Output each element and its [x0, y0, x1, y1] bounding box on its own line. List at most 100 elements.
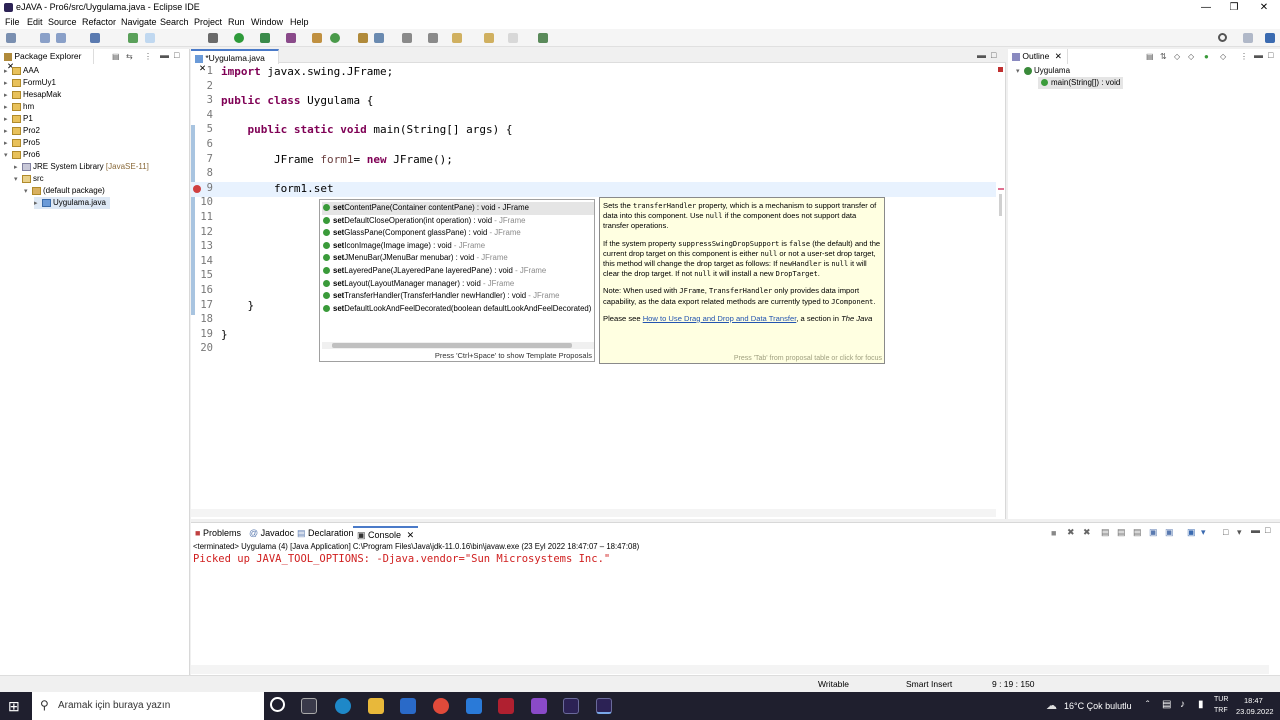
- pin-console-icon[interactable]: ▣: [1149, 527, 1158, 538]
- pin-editor-icon[interactable]: [538, 33, 548, 43]
- error-ruler-mark[interactable]: [998, 188, 1004, 190]
- menu-source[interactable]: Source: [48, 17, 77, 27]
- perspective-icon[interactable]: [1243, 33, 1253, 43]
- chrome-icon[interactable]: [433, 698, 449, 714]
- recorder-icon[interactable]: [498, 698, 514, 714]
- battery-icon[interactable]: ▮: [1198, 699, 1204, 710]
- proposal-item[interactable]: setContentPane(Container contentPane) : …: [322, 202, 594, 215]
- run-icon[interactable]: [234, 33, 244, 43]
- proposal-item[interactable]: setLayout(LayoutManager manager) : void …: [322, 278, 594, 291]
- tree-item-pro5[interactable]: ▸ Pro5: [4, 137, 40, 149]
- back-icon[interactable]: [484, 33, 494, 43]
- task-view-icon[interactable]: [301, 698, 317, 714]
- minimize-view-icon[interactable]: ▬: [977, 50, 986, 60]
- debug-icon[interactable]: [208, 33, 218, 43]
- tab-console[interactable]: ▣ Console ✕: [353, 526, 419, 543]
- maximize-button[interactable]: ❐: [1220, 0, 1248, 15]
- collapse-all-icon[interactable]: ▤: [1146, 52, 1154, 61]
- chevron-down-icon[interactable]: ▾: [24, 186, 32, 198]
- new-icon[interactable]: [6, 33, 16, 43]
- proposal-item[interactable]: setDefaultCloseOperation(int operation) …: [322, 215, 594, 228]
- tree-item-src[interactable]: ▾ src: [14, 173, 44, 185]
- collapse-all-icon[interactable]: ▤: [112, 52, 120, 61]
- menu-project[interactable]: Project: [194, 17, 222, 27]
- clock-time[interactable]: 18:47: [1244, 696, 1263, 705]
- coverage-icon[interactable]: [260, 33, 270, 43]
- chevron-down-icon[interactable]: ▾: [14, 174, 22, 186]
- external-tools-icon[interactable]: [286, 33, 296, 43]
- minimize-view-icon[interactable]: ▬: [160, 50, 169, 60]
- view-menu-icon[interactable]: ⋮: [1240, 52, 1248, 61]
- taskbar-search-box[interactable]: ⚲ Aramak için buraya yazın: [32, 692, 264, 720]
- eclipse-active-taskbar-icon[interactable]: [596, 698, 612, 714]
- proposal-item[interactable]: setJMenuBar(JMenuBar menubar) : void - J…: [322, 252, 594, 265]
- tab-outline[interactable]: Outline ✕: [1008, 49, 1068, 64]
- mark-occurrences-icon[interactable]: [145, 33, 155, 43]
- prev-annotation-icon[interactable]: [428, 33, 438, 43]
- scrollbar-thumb[interactable]: [332, 343, 572, 348]
- remove-all-icon[interactable]: ✖: [1083, 527, 1091, 538]
- sort-icon[interactable]: ⇅: [1160, 52, 1167, 61]
- scroll-lock-icon[interactable]: ▤: [1117, 527, 1126, 538]
- maximize-view-icon[interactable]: □: [991, 50, 996, 60]
- tab-package-explorer[interactable]: Package Explorer ✕: [0, 49, 94, 71]
- tab-declaration[interactable]: ▤ Declaration: [297, 528, 354, 539]
- tree-item-hm[interactable]: ▸ hm: [4, 101, 34, 113]
- minimize-view-icon[interactable]: ▬: [1254, 50, 1263, 60]
- new-java-project-icon[interactable]: [312, 33, 322, 43]
- open-type-icon[interactable]: [358, 33, 368, 43]
- tab-javadoc[interactable]: @ Javadoc: [249, 528, 294, 538]
- chevron-down-icon[interactable]: ▾: [1201, 527, 1206, 538]
- store-icon[interactable]: [400, 698, 416, 714]
- save-icon[interactable]: [40, 33, 50, 43]
- vertical-scrollbar[interactable]: [999, 194, 1002, 216]
- close-icon[interactable]: ✕: [1055, 51, 1062, 61]
- visual-studio-icon[interactable]: [531, 698, 547, 714]
- forward-icon[interactable]: [508, 33, 518, 43]
- new-console-icon[interactable]: □: [1223, 527, 1228, 537]
- tray-chevron-icon[interactable]: ˆ: [1146, 700, 1149, 711]
- tree-item-jre[interactable]: ▸ JRE System Library [JavaSE-11]: [14, 161, 149, 173]
- java-perspective-icon[interactable]: [1265, 33, 1275, 43]
- input-language[interactable]: TUR: [1214, 696, 1228, 703]
- maximize-view-icon[interactable]: □: [1268, 50, 1273, 60]
- network-icon[interactable]: ▤: [1162, 699, 1171, 710]
- weather-text[interactable]: 16°C Çok bulutlu: [1064, 701, 1132, 711]
- javadoc-hover[interactable]: Sets the transferHandler property, which…: [599, 197, 885, 364]
- cortana-icon[interactable]: [270, 697, 285, 712]
- clear-console-icon[interactable]: ▤: [1101, 527, 1110, 538]
- menu-run[interactable]: Run: [228, 17, 245, 27]
- chevron-down-icon[interactable]: ▾: [1237, 527, 1242, 538]
- tab-problems[interactable]: ■ Problems: [195, 528, 241, 538]
- save-all-icon[interactable]: [56, 33, 66, 43]
- close-icon[interactable]: ✕: [407, 530, 415, 540]
- menu-navigate[interactable]: Navigate: [121, 17, 157, 27]
- horizontal-scrollbar[interactable]: [191, 509, 996, 517]
- open-console-icon[interactable]: ▣: [1187, 527, 1196, 538]
- proposal-item[interactable]: setGlassPane(Component glassPane) : void…: [322, 227, 594, 240]
- keyboard-layout[interactable]: TRF: [1214, 707, 1228, 714]
- maximize-view-icon[interactable]: □: [1265, 525, 1270, 535]
- chevron-down-icon[interactable]: ▾: [1016, 66, 1024, 78]
- proposal-item[interactable]: setLayeredPane(JLayeredPane layeredPane)…: [322, 265, 594, 278]
- outline-item-class[interactable]: ▾ Uygulama: [1016, 65, 1070, 77]
- clock-date[interactable]: 23.09.2022: [1236, 707, 1274, 716]
- eclipse-taskbar-icon[interactable]: [563, 698, 579, 714]
- tree-item-pro2[interactable]: ▸ Pro2: [4, 125, 40, 137]
- tree-item-hesapmak[interactable]: ▸ HesapMak: [4, 89, 61, 101]
- file-explorer-icon[interactable]: [368, 698, 384, 714]
- remove-launch-icon[interactable]: ✖: [1067, 527, 1075, 538]
- tree-item-uygulama-java[interactable]: ▸ Uygulama.java: [34, 197, 110, 209]
- skip-breakpoints-icon[interactable]: [128, 33, 138, 43]
- console-horizontal-scrollbar[interactable]: [191, 665, 1269, 674]
- mail-icon[interactable]: [466, 698, 482, 714]
- menu-refactor[interactable]: Refactor: [82, 17, 116, 27]
- tab-uygulama-java[interactable]: *Uygulama.java ✕: [191, 49, 279, 73]
- tree-item-pro6[interactable]: ▾ Pro6: [4, 149, 40, 161]
- proposal-item[interactable]: setDefaultLookAndFeelDecorated(boolean d…: [322, 303, 594, 316]
- terminate-icon[interactable]: ■: [1051, 528, 1056, 538]
- minimize-button[interactable]: —: [1192, 0, 1220, 15]
- hide-local-types-icon[interactable]: ◇: [1220, 52, 1226, 61]
- hide-static-icon[interactable]: ◇: [1188, 52, 1194, 61]
- tree-item-default-package[interactable]: ▾ (default package): [24, 185, 105, 197]
